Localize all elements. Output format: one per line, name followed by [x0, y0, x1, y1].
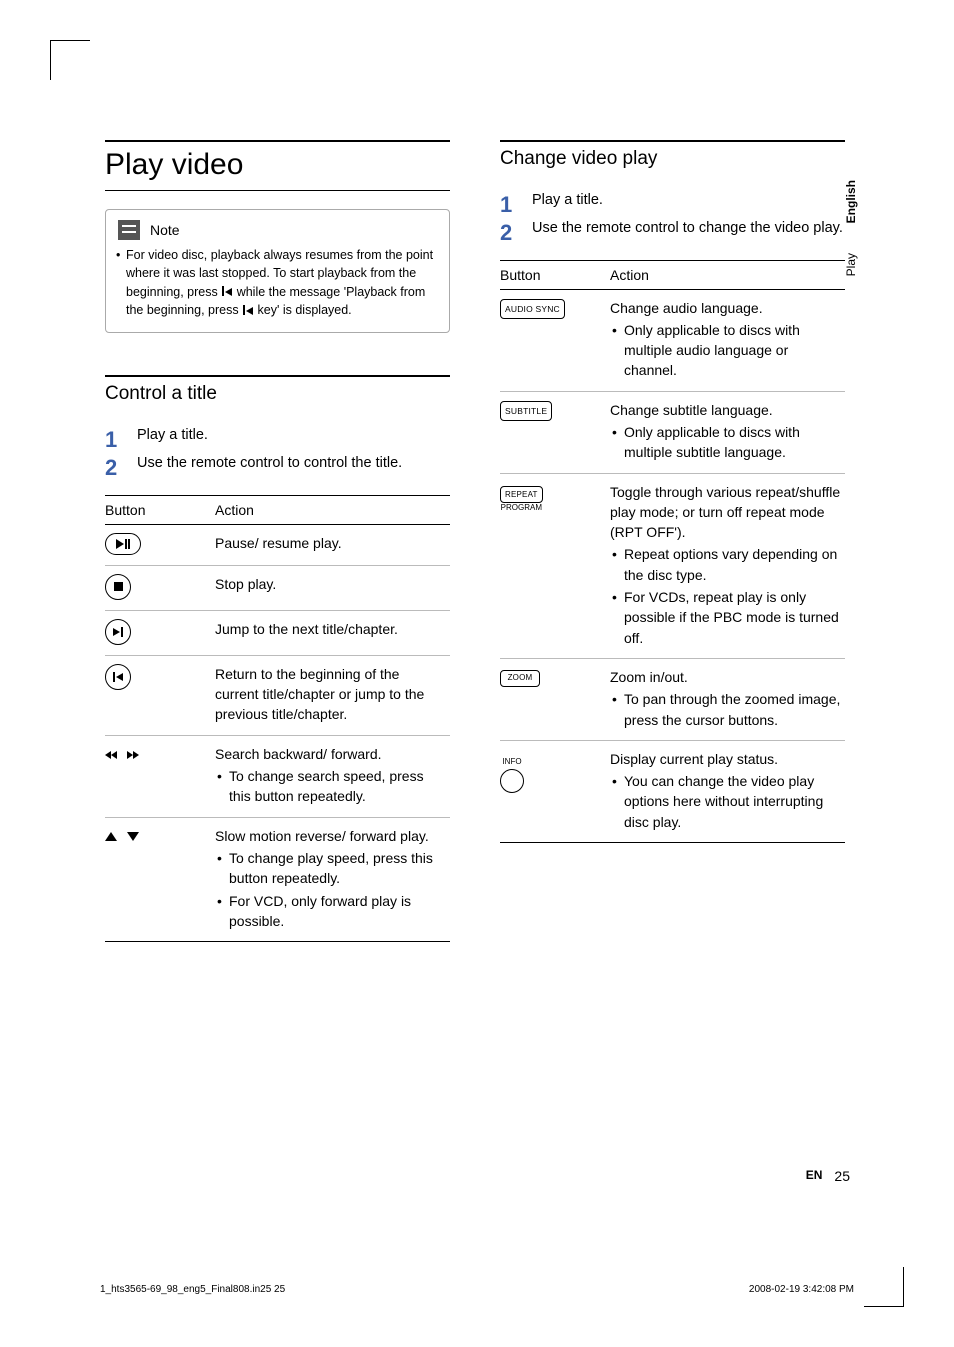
audio-sync-button-icon: AUDIO SYNC: [500, 299, 565, 319]
up-icon: [105, 832, 117, 841]
footer-page: 25: [834, 1168, 850, 1184]
control-table: Button Action Pause/ resume play. Stop p…: [105, 495, 450, 943]
heading-change-video: Change video play: [500, 140, 845, 176]
action-text: Search backward/ forward.: [215, 744, 446, 764]
action-text: Zoom in/out.: [610, 667, 841, 687]
prev-icon: [222, 283, 232, 301]
action-sub: To pan through the zoomed image, press t…: [610, 689, 841, 730]
table-row: Jump to the next title/chapter.: [105, 610, 450, 655]
print-file: 1_hts3565-69_98_eng5_Final808.in25 25: [100, 1284, 285, 1295]
table-row: Slow motion reverse/ forward play. To ch…: [105, 817, 450, 941]
table-row: Return to the beginning of the current t…: [105, 655, 450, 735]
table-row: Stop play.: [105, 565, 450, 610]
control-steps: Play a title. Use the remote control to …: [105, 425, 450, 475]
action-sub: To change search speed, press this butto…: [215, 766, 446, 807]
table-row: Search backward/ forward. To change sear…: [105, 735, 450, 817]
table-row: INFO Display current play status. You ca…: [500, 740, 845, 842]
side-labels: English Play: [844, 180, 858, 277]
action-sub: For VCD, only forward play is possible.: [215, 891, 446, 932]
side-section: Play: [844, 253, 858, 276]
table-row: AUDIO SYNC Change audio language. Only a…: [500, 289, 845, 391]
prev-icon: [243, 302, 253, 320]
control-step-2: Use the remote control to control the ti…: [105, 453, 450, 475]
info-button-icon: INFO: [500, 758, 524, 791]
down-icon: [127, 832, 139, 841]
side-language: English: [844, 180, 858, 223]
next-icon: [105, 619, 131, 645]
right-column: Change video play Play a title. Use the …: [500, 140, 845, 942]
note-text: • For video disc, playback always resume…: [118, 246, 437, 320]
footer-lang: EN: [806, 1168, 823, 1184]
table-row: Pause/ resume play.: [105, 524, 450, 565]
action-text: Change audio language.: [610, 298, 841, 318]
action-sub: You can change the video play options he…: [610, 771, 841, 832]
zoom-button-icon: ZOOM: [500, 670, 540, 687]
action-text: Return to the beginning of the current t…: [215, 655, 450, 735]
table-row: ZOOM Zoom in/out. To pan through the zoo…: [500, 658, 845, 740]
stop-icon: [105, 574, 131, 600]
change-step-2: Use the remote control to change the vid…: [500, 218, 845, 240]
crop-mark-tl: [50, 40, 90, 80]
prev-icon: [105, 664, 131, 690]
fastforward-icon: [127, 751, 139, 759]
action-sub: Only applicable to discs with multiple a…: [610, 320, 841, 381]
heading-control-title: Control a title: [105, 375, 450, 411]
table-row: REPEAT PROGRAM Toggle through various re…: [500, 473, 845, 658]
note-box: Note • For video disc, playback always r…: [105, 209, 450, 333]
page-footer: EN 25: [105, 1168, 850, 1184]
th-action: Action: [215, 495, 450, 524]
page-content: English Play Play video Note • For video…: [105, 140, 850, 1200]
action-text: Toggle through various repeat/shuffle pl…: [610, 482, 841, 543]
crop-mark-br: [864, 1267, 904, 1307]
action-text: Jump to the next title/chapter.: [215, 610, 450, 655]
action-sub: To change play speed, press this button …: [215, 848, 446, 889]
action-text: Slow motion reverse/ forward play.: [215, 826, 446, 846]
play-pause-icon: [105, 533, 141, 555]
action-sub: For VCDs, repeat play is only possible i…: [610, 587, 841, 648]
print-footer: 1_hts3565-69_98_eng5_Final808.in25 25 20…: [100, 1284, 854, 1295]
heading-play-video: Play video: [105, 140, 450, 191]
subtitle-button-icon: SUBTITLE: [500, 401, 552, 421]
control-step-1: Play a title.: [105, 425, 450, 447]
repeat-program-button-icon: REPEAT PROGRAM: [500, 486, 543, 512]
note-label: Note: [150, 220, 180, 240]
action-sub: Only applicable to discs with multiple s…: [610, 422, 841, 463]
action-text: Pause/ resume play.: [215, 524, 450, 565]
th-button: Button: [105, 495, 215, 524]
search-icons: [105, 751, 139, 759]
action-text: Display current play status.: [610, 749, 841, 769]
th-action: Action: [610, 260, 845, 289]
change-step-1: Play a title.: [500, 190, 845, 212]
change-table: Button Action AUDIO SYNC Change audio la…: [500, 260, 845, 844]
note-icon: [118, 220, 140, 240]
left-column: Play video Note • For video disc, playba…: [105, 140, 450, 942]
table-row: SUBTITLE Change subtitle language. Only …: [500, 391, 845, 473]
rewind-icon: [105, 751, 117, 759]
action-text: Stop play.: [215, 565, 450, 610]
th-button: Button: [500, 260, 610, 289]
change-steps: Play a title. Use the remote control to …: [500, 190, 845, 240]
updown-icons: [105, 832, 139, 841]
print-date: 2008-02-19 3:42:08 PM: [749, 1284, 854, 1295]
action-text: Change subtitle language.: [610, 400, 841, 420]
action-sub: Repeat options vary depending on the dis…: [610, 544, 841, 585]
